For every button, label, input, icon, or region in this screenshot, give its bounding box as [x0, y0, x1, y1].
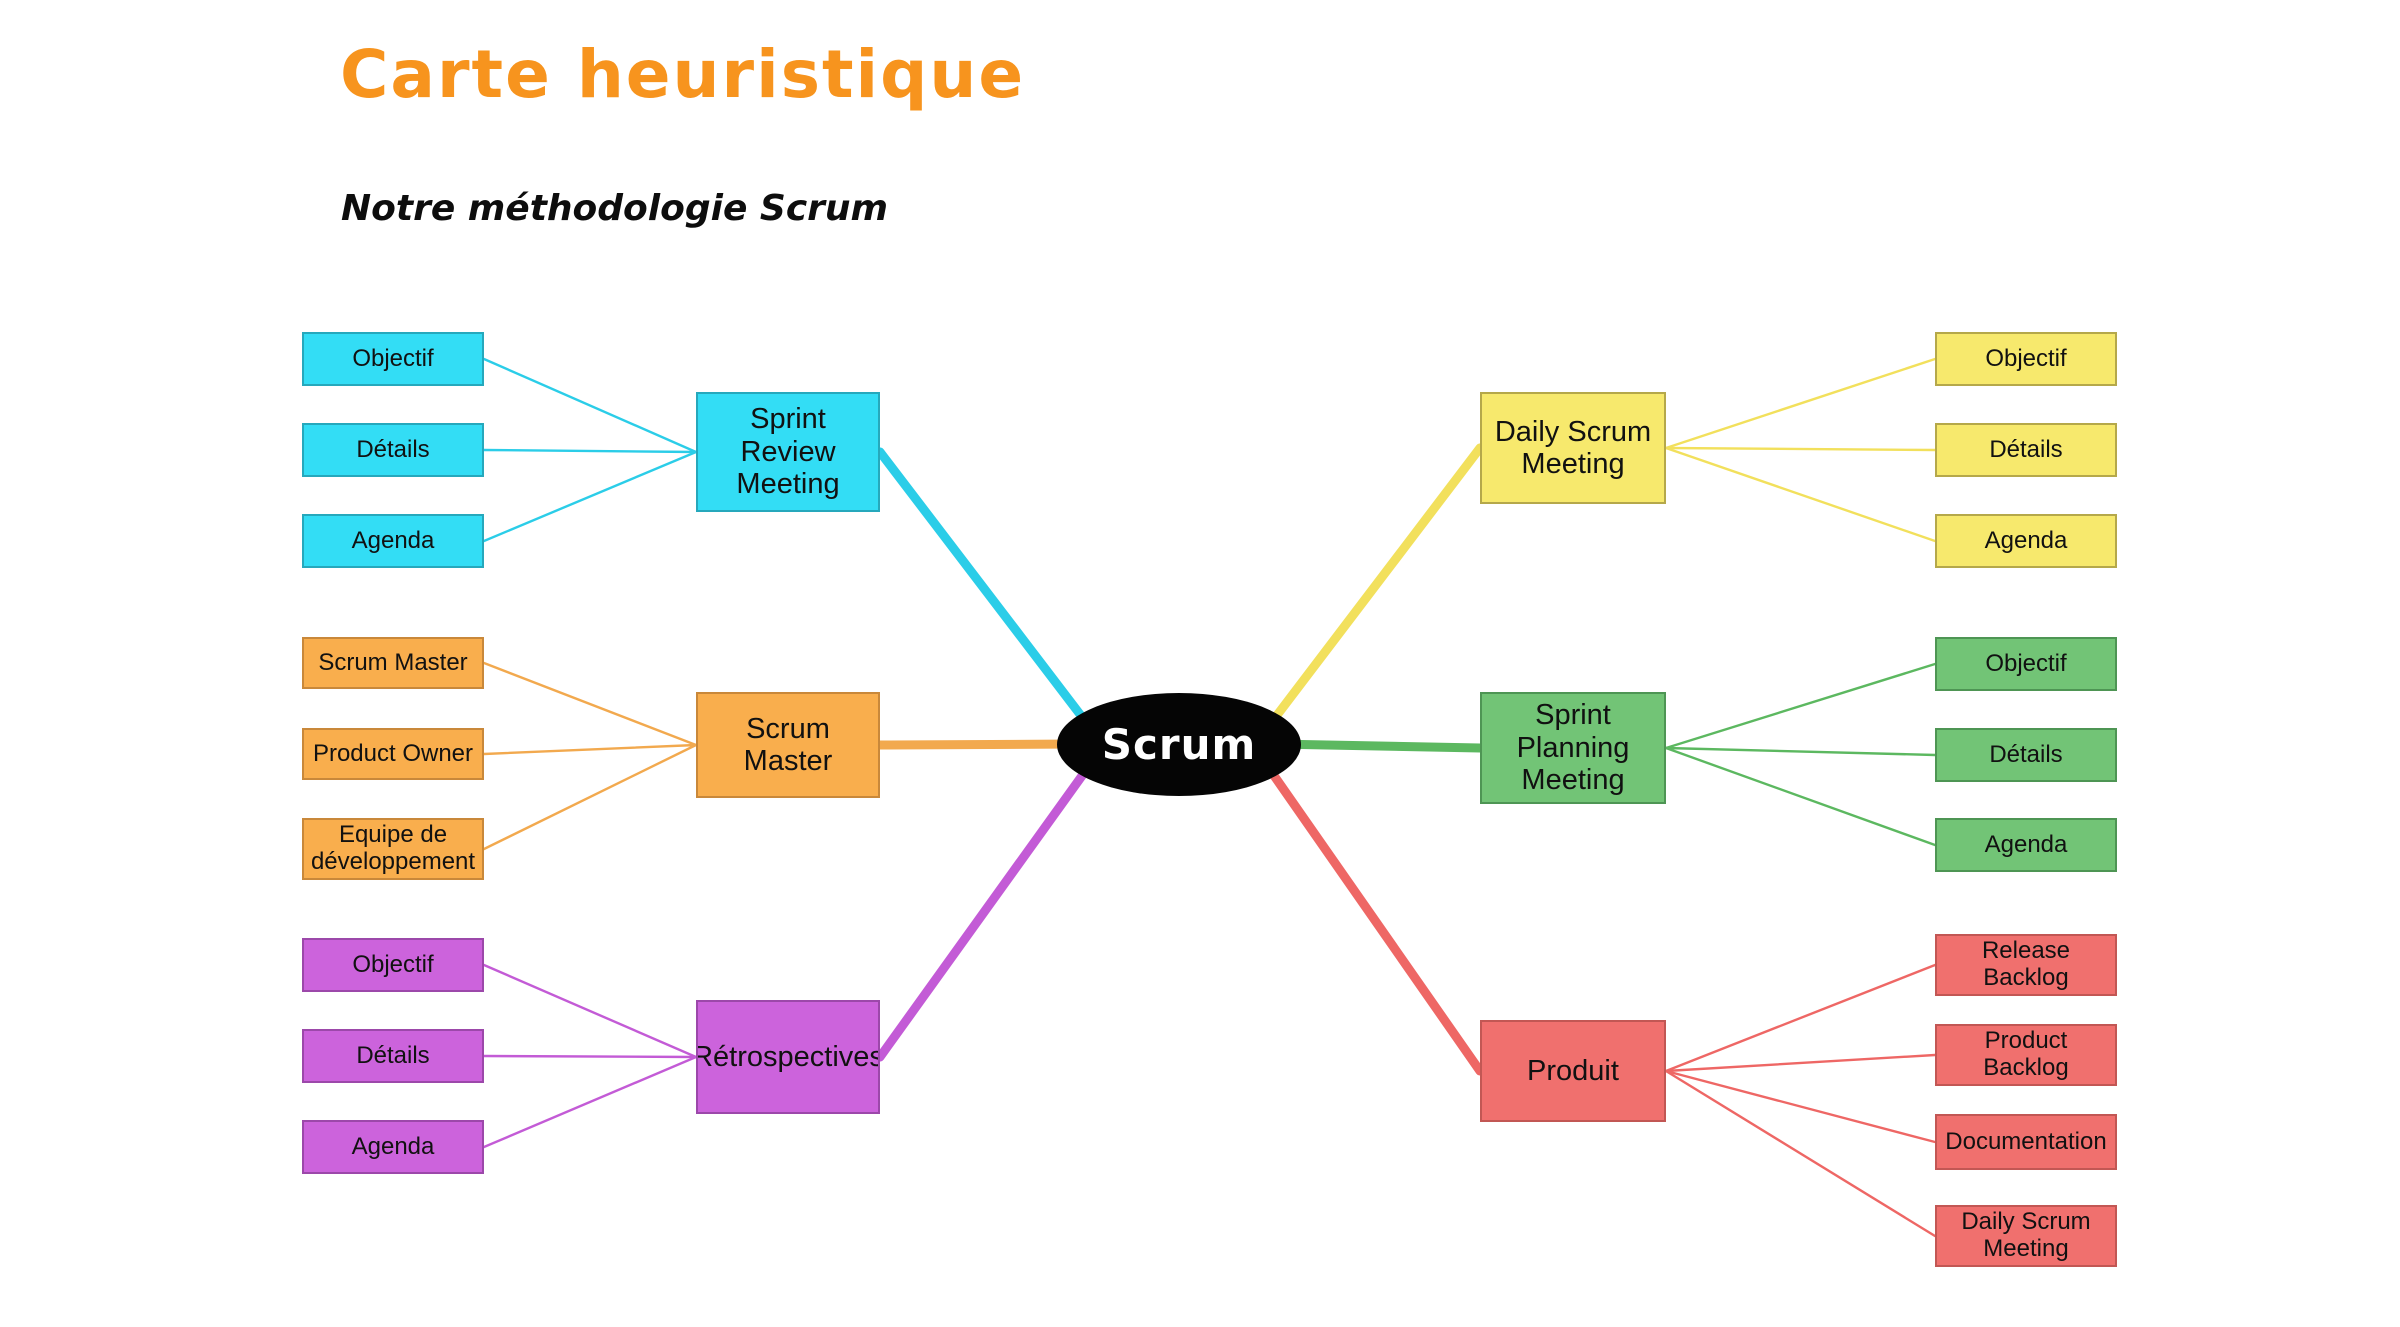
- leaf-node-daily-scrum-meeting-0[interactable]: Objectif: [1935, 332, 2117, 386]
- leaf-node-produit-2[interactable]: Documentation: [1935, 1114, 2117, 1170]
- center-node-label: Scrum: [1101, 720, 1257, 769]
- leaf-node-daily-scrum-meeting-0-label: Objectif: [1985, 344, 2067, 372]
- leaf-node-sprint-planning-meeting-2-label: Agenda: [1984, 830, 2068, 858]
- leaf-node-scrum-master-2-label: Equipe de développement: [310, 821, 476, 875]
- leaf-node-retrospectives-1-label: Détails: [356, 1041, 430, 1069]
- leaf-node-retrospectives-2-label: Agenda: [351, 1132, 435, 1160]
- edge-sprint-review-meeting-leaf-1: [482, 448, 698, 454]
- leaf-node-sprint-planning-meeting-2[interactable]: Agenda: [1935, 818, 2117, 872]
- leaf-node-scrum-master-1[interactable]: Product Owner: [302, 728, 484, 780]
- leaf-node-sprint-planning-meeting-0[interactable]: Objectif: [1935, 637, 2117, 691]
- edge-scrum-master-leaf-0: [482, 661, 698, 747]
- edge-sprint-review-meeting-leaf-0: [482, 357, 698, 454]
- leaf-node-daily-scrum-meeting-2-label: Agenda: [1984, 526, 2068, 554]
- edge-center-to-daily-scrum-meeting: [1272, 443, 1485, 721]
- leaf-node-produit-3[interactable]: Daily Scrum Meeting: [1935, 1205, 2117, 1267]
- edge-produit-leaf-1: [1664, 1053, 1937, 1073]
- edge-produit-leaf-3: [1664, 1069, 1937, 1238]
- edge-center-to-sprint-planning-meeting: [1296, 739, 1485, 753]
- leaf-node-produit-0-label: Release Backlog: [1981, 937, 2071, 991]
- branch-node-retrospectives[interactable]: Rétrospectives: [696, 1000, 880, 1114]
- edge-center-to-sprint-review-meeting: [875, 447, 1086, 721]
- mindmap-canvas: Carte heuristique Notre méthodologie Scr…: [0, 0, 2400, 1327]
- leaf-node-produit-1-label: Product Backlog: [1983, 1027, 2069, 1081]
- edge-scrum-master-leaf-1: [482, 743, 698, 756]
- leaf-node-scrum-master-0-label: Scrum Master: [318, 648, 468, 676]
- leaf-node-sprint-review-meeting-0[interactable]: Objectif: [302, 332, 484, 386]
- page-title: Carte heuristique: [340, 36, 1026, 113]
- leaf-node-sprint-review-meeting-0-label: Objectif: [352, 344, 434, 372]
- branch-node-produit[interactable]: Produit: [1480, 1020, 1666, 1122]
- leaf-node-scrum-master-2[interactable]: Equipe de développement: [302, 818, 484, 880]
- edge-retrospectives-leaf-1: [482, 1054, 698, 1059]
- branch-node-retrospectives-label: Rétrospectives: [696, 1040, 880, 1073]
- edge-daily-scrum-meeting-leaf-1: [1664, 446, 1937, 452]
- leaf-node-sprint-review-meeting-2-label: Agenda: [351, 526, 435, 554]
- edge-scrum-master-leaf-2: [482, 743, 698, 851]
- leaf-node-retrospectives-0[interactable]: Objectif: [302, 938, 484, 992]
- leaf-node-daily-scrum-meeting-1-label: Détails: [1989, 435, 2063, 463]
- leaf-node-sprint-planning-meeting-1-label: Détails: [1989, 740, 2063, 768]
- leaf-node-sprint-review-meeting-2[interactable]: Agenda: [302, 514, 484, 568]
- branch-node-sprint-review-meeting-label: Sprint Review Meeting: [736, 403, 840, 501]
- page-subtitle: Notre méthodologie Scrum: [341, 188, 889, 229]
- branch-node-sprint-planning-meeting[interactable]: Sprint Planning Meeting: [1480, 692, 1666, 804]
- leaf-node-scrum-master-0[interactable]: Scrum Master: [302, 637, 484, 689]
- branch-node-produit-label: Produit: [1527, 1054, 1619, 1087]
- leaf-node-produit-0[interactable]: Release Backlog: [1935, 934, 2117, 996]
- edge-retrospectives-leaf-2: [482, 1055, 698, 1149]
- leaf-node-produit-3-label: Daily Scrum Meeting: [1961, 1208, 2091, 1262]
- leaf-node-daily-scrum-meeting-2[interactable]: Agenda: [1935, 514, 2117, 568]
- leaf-node-produit-1[interactable]: Product Backlog: [1935, 1024, 2117, 1086]
- edge-center-to-scrum-master: [875, 739, 1062, 750]
- leaf-node-sprint-review-meeting-1[interactable]: Détails: [302, 423, 484, 477]
- edge-daily-scrum-meeting-leaf-2: [1664, 446, 1937, 543]
- edge-sprint-planning-meeting-leaf-2: [1664, 746, 1937, 847]
- center-node-scrum[interactable]: Scrum: [1057, 693, 1301, 796]
- leaf-node-daily-scrum-meeting-1[interactable]: Détails: [1935, 423, 2117, 477]
- branch-node-scrum-master-label: Scrum Master: [743, 712, 833, 777]
- leaf-node-sprint-planning-meeting-0-label: Objectif: [1985, 649, 2067, 677]
- branch-node-sprint-review-meeting[interactable]: Sprint Review Meeting: [696, 392, 880, 512]
- branch-node-scrum-master[interactable]: Scrum Master: [696, 692, 880, 798]
- leaf-node-scrum-master-1-label: Product Owner: [312, 739, 474, 767]
- edge-sprint-review-meeting-leaf-2: [482, 450, 698, 543]
- branch-node-daily-scrum-meeting-label: Daily Scrum Meeting: [1494, 415, 1652, 480]
- leaf-node-retrospectives-0-label: Objectif: [352, 950, 434, 978]
- branch-node-daily-scrum-meeting[interactable]: Daily Scrum Meeting: [1480, 392, 1666, 504]
- leaf-node-retrospectives-1[interactable]: Détails: [302, 1029, 484, 1083]
- leaf-node-retrospectives-2[interactable]: Agenda: [302, 1120, 484, 1174]
- edge-produit-leaf-2: [1664, 1069, 1937, 1144]
- edge-daily-scrum-meeting-leaf-0: [1664, 357, 1937, 450]
- branch-node-sprint-planning-meeting-label: Sprint Planning Meeting: [1516, 699, 1630, 797]
- leaf-node-produit-2-label: Documentation: [1945, 1127, 2107, 1155]
- leaf-node-sprint-planning-meeting-1[interactable]: Détails: [1935, 728, 2117, 782]
- leaf-node-sprint-review-meeting-1-label: Détails: [356, 435, 430, 463]
- edge-center-to-produit: [1268, 769, 1485, 1076]
- edge-sprint-planning-meeting-leaf-0: [1664, 662, 1937, 750]
- edge-produit-leaf-0: [1664, 963, 1937, 1073]
- edge-retrospectives-leaf-0: [482, 963, 698, 1059]
- edge-center-to-retrospectives: [875, 768, 1089, 1062]
- edge-sprint-planning-meeting-leaf-1: [1664, 746, 1937, 757]
